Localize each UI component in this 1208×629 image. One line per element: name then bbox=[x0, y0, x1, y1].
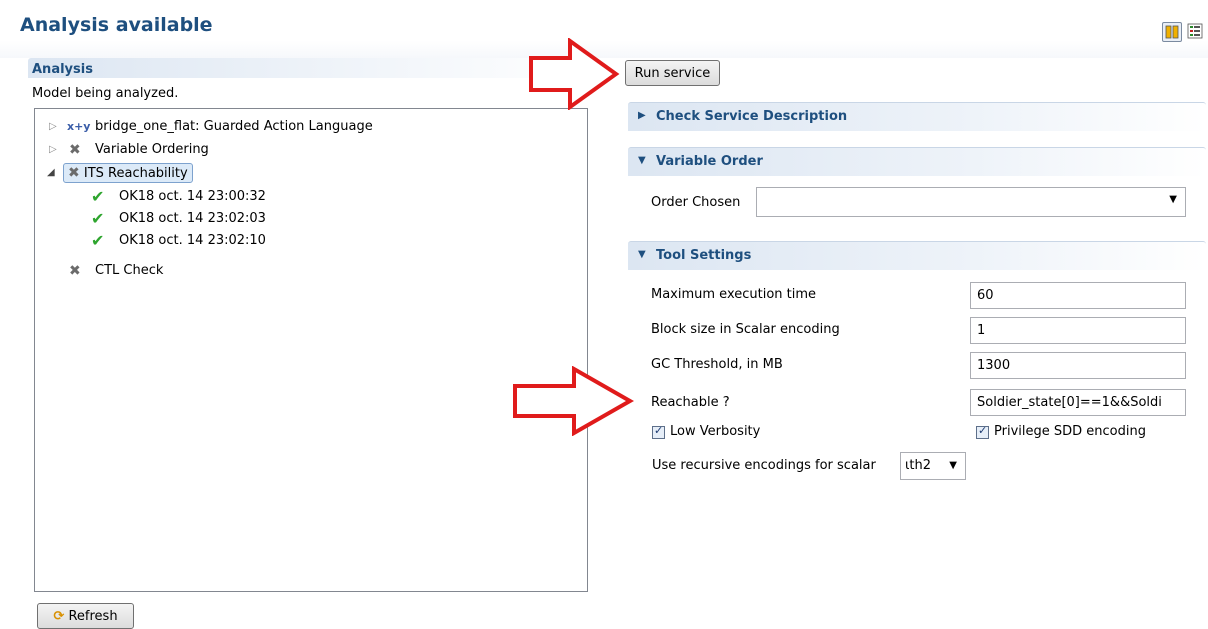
tree-item-label: OK18 oct. 14 23:00:32 bbox=[119, 189, 266, 204]
block-size-input[interactable] bbox=[970, 317, 1186, 344]
tree-item-label: CTL Check bbox=[95, 263, 164, 278]
privilege-sdd-checkbox[interactable] bbox=[976, 424, 989, 439]
tree-item-model[interactable]: ▷ x+y bridge_one_flat: Guarded Action La… bbox=[35, 117, 575, 137]
analysis-description: Model being analyzed. bbox=[32, 86, 179, 101]
tree-item-result-2[interactable]: ✔ OK18 oct. 14 23:02:03 bbox=[35, 209, 575, 229]
gc-threshold-input[interactable] bbox=[970, 352, 1186, 379]
tree-item-its-reachability[interactable]: ◢ ✖ ITS Reachability bbox=[35, 163, 575, 183]
tree-item-label: OK18 oct. 14 23:02:10 bbox=[119, 233, 266, 248]
check-service-section-header[interactable]: ▶ Check Service Description bbox=[628, 102, 1206, 131]
annotation-arrow-icon bbox=[513, 366, 634, 436]
reachable-label: Reachable ? bbox=[651, 395, 730, 410]
reachable-input[interactable] bbox=[970, 389, 1186, 416]
columns-layout-icon[interactable] bbox=[1162, 22, 1182, 42]
tree-item-label: Variable Ordering bbox=[95, 142, 209, 157]
check-icon: ✔ bbox=[91, 187, 105, 206]
tree-item-result-1[interactable]: ✔ OK18 oct. 14 23:00:32 bbox=[35, 187, 575, 207]
check-icon: ✔ bbox=[91, 231, 105, 250]
block-size-label: Block size in Scalar encoding bbox=[651, 322, 840, 337]
annotation-arrow-icon bbox=[529, 38, 620, 110]
recursive-encodings-label: Use recursive encodings for scalar bbox=[652, 458, 876, 473]
privilege-sdd-label: Privilege SDD encoding bbox=[994, 424, 1146, 439]
list-layout-icon[interactable] bbox=[1186, 22, 1204, 40]
tree-item-ctl-check[interactable]: ✖ CTL Check bbox=[35, 261, 575, 281]
collapse-triangle-icon[interactable]: ◢ bbox=[47, 163, 55, 183]
recursive-encodings-select[interactable]: ɩth2 ▼ bbox=[900, 452, 966, 480]
expanded-triangle-icon: ▼ bbox=[638, 249, 646, 260]
tree-item-label: bridge_one_flat: Guarded Action Language bbox=[95, 119, 373, 134]
collapsed-triangle-icon: ▶ bbox=[638, 110, 646, 121]
analysis-section-header bbox=[28, 58, 598, 78]
analysis-title: Analysis bbox=[32, 62, 93, 77]
chevron-down-icon: ▼ bbox=[1169, 194, 1177, 205]
check-icon: ✔ bbox=[91, 209, 105, 228]
expand-triangle-icon[interactable]: ▷ bbox=[49, 140, 57, 160]
low-verbosity-checkbox[interactable] bbox=[652, 424, 665, 439]
x-icon: ✖ bbox=[69, 263, 81, 279]
low-verbosity-label: Low Verbosity bbox=[670, 424, 761, 439]
tree-item-label: ITS Reachability bbox=[83, 166, 188, 181]
order-chosen-select[interactable]: ▼ bbox=[756, 187, 1186, 217]
expand-triangle-icon[interactable]: ▷ bbox=[49, 117, 57, 137]
refresh-button[interactable]: ⟳ Refresh bbox=[37, 603, 134, 629]
selected-item-box[interactable]: ✖ ITS Reachability bbox=[63, 163, 193, 183]
max-exec-time-input[interactable] bbox=[970, 282, 1186, 309]
run-service-button[interactable]: Run service bbox=[625, 60, 720, 86]
tree-item-label: OK18 oct. 14 23:02:03 bbox=[119, 211, 266, 226]
tree-item-variable-ordering[interactable]: ▷ ✖ Variable Ordering bbox=[35, 140, 575, 160]
refresh-icon: ⟳ bbox=[53, 608, 65, 624]
variable-order-section-header[interactable]: ▼ Variable Order bbox=[628, 147, 1206, 176]
chevron-down-icon: ▼ bbox=[949, 460, 957, 471]
x-icon: ✖ bbox=[68, 165, 80, 181]
expanded-triangle-icon: ▼ bbox=[638, 155, 646, 166]
order-chosen-label: Order Chosen bbox=[651, 195, 741, 210]
max-exec-time-label: Maximum execution time bbox=[651, 287, 817, 302]
gc-threshold-label: GC Threshold, in MB bbox=[651, 357, 783, 372]
page-title: Analysis available bbox=[20, 14, 213, 36]
analysis-tree[interactable]: ▷ x+y bridge_one_flat: Guarded Action La… bbox=[34, 108, 588, 592]
x-icon: ✖ bbox=[69, 142, 81, 158]
tree-item-result-3[interactable]: ✔ OK18 oct. 14 23:02:10 bbox=[35, 231, 575, 251]
xy-icon: x+y bbox=[67, 120, 91, 133]
tool-settings-section-header[interactable]: ▼ Tool Settings bbox=[628, 241, 1206, 270]
